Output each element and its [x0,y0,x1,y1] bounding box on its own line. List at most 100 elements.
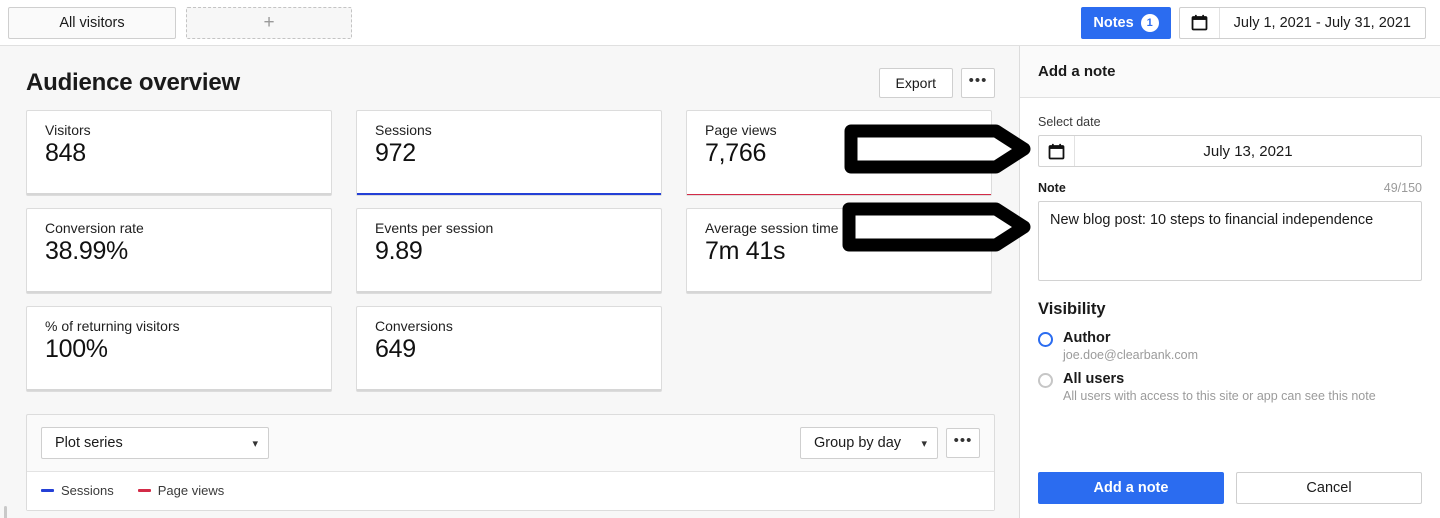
metric-card-average-session-time[interactable]: Average session time 7m 41s [686,208,992,294]
metric-value: 9.89 [375,237,423,265]
metric-card-events-per-session[interactable]: Events per session 9.89 [356,208,662,294]
group-by-select[interactable]: Group by day ▾ [800,427,938,459]
page-title: Audience overview [26,69,241,96]
metric-card-returning-visitors[interactable]: % of returning visitors 100% [26,306,332,392]
calendar-icon [1180,7,1220,38]
legend-color-swatch [137,489,151,492]
export-button[interactable]: Export [878,68,953,98]
metric-card-visitors[interactable]: Visitors 848 [26,110,332,196]
metric-underline [357,389,661,391]
panel-footer: Add a note Cancel [1020,460,1440,518]
body: Audience overview Export ••• Visitors 84… [0,46,1440,518]
chart-legend: Sessions Page views [27,471,994,510]
notes-button-label: Notes [1093,14,1134,31]
visibility-option-label: Author [1063,330,1111,346]
metric-label: Events per session [375,220,494,236]
metric-label: Conversions [375,318,453,334]
main-content: Audience overview Export ••• Visitors 84… [0,46,1020,518]
chevron-down-icon: ▾ [252,437,258,450]
metric-value: 7,766 [705,139,767,167]
app-root: All visitors + Notes 1 July 1, 2021 - Ju… [0,0,1440,518]
plot-series-label: Plot series [55,435,123,451]
main-header-actions: Export ••• [878,68,995,98]
notes-button[interactable]: Notes 1 [1081,6,1171,39]
chart-more-button[interactable]: ••• [946,428,980,458]
radio-icon[interactable] [1038,373,1053,388]
metric-underline [27,389,331,391]
group-by-label: Group by day [814,435,902,451]
segment-tab-all-visitors[interactable]: All visitors [8,6,176,39]
metric-grid: Visitors 848 Sessions 972 Page views 7,7… [0,110,1019,392]
add-note-panel: Add a note Select date July 13, 2021 Not… [1020,46,1440,518]
note-date-value: July 13, 2021 [1203,142,1293,160]
legend-item-page-views[interactable]: Page views [137,483,225,498]
radio-icon[interactable] [1038,332,1053,347]
plus-icon: + [263,12,275,33]
visibility-option-text: All users All users with access to this … [1063,371,1376,403]
visibility-option-author[interactable]: Author joe.doe@clearbank.com [1038,330,1422,362]
segment-tabs: All visitors + [8,6,352,39]
metric-underline [357,291,661,293]
visibility-option-sub: joe.doe@clearbank.com [1063,348,1198,362]
panel-body: Select date July 13, 2021 Note 49/150 Ne… [1020,98,1440,460]
select-date-label: Select date [1038,115,1101,129]
visibility-option-all-users[interactable]: All users All users with access to this … [1038,371,1422,403]
note-textarea[interactable]: New blog post: 10 steps to financial ind… [1038,201,1422,281]
legend-color-swatch [41,489,54,492]
metric-row: % of returning visitors 100% Conversions… [26,306,993,392]
add-note-submit-button[interactable]: Add a note [1038,472,1224,504]
metric-label: Page views [705,122,777,138]
more-icon: ••• [953,431,973,449]
more-icon: ••• [968,71,988,89]
metric-label: Average session time [705,220,839,236]
metric-row: Conversion rate 38.99% Events per sessio… [26,208,993,294]
segment-tab-label: All visitors [59,14,125,31]
metric-card-page-views[interactable]: Page views 7,766 [686,110,992,196]
metric-value: 649 [375,335,416,363]
metric-underline [687,193,991,195]
add-segment-button[interactable]: + [186,6,352,39]
legend-label: Sessions [61,483,114,498]
metric-underline [357,193,661,195]
notes-count-badge: 1 [1140,13,1159,32]
metric-card-conversions[interactable]: Conversions 649 [356,306,662,392]
calendar-icon [1039,136,1075,166]
chevron-down-icon: ▾ [921,437,927,450]
cancel-button[interactable]: Cancel [1236,472,1422,504]
chart-controls: Plot series ▾ Group by day ▾ ••• [27,415,994,471]
legend-item-sessions[interactable]: Sessions [41,483,114,498]
metric-value: 848 [45,139,86,167]
vertical-scrollbar[interactable] [4,506,7,518]
cancel-button-label: Cancel [1306,480,1352,496]
plot-series-select[interactable]: Plot series ▾ [41,427,269,459]
metric-value: 7m 41s [705,237,786,265]
metric-row: Visitors 848 Sessions 972 Page views 7,7… [26,110,993,196]
chart-controls-right: Group by day ▾ ••• [800,427,980,459]
metric-label: Sessions [375,122,432,138]
main-header: Audience overview Export ••• [0,46,1019,110]
metric-underline [687,291,991,293]
panel-header: Add a note [1020,46,1440,98]
metric-value: 100% [45,335,108,363]
metric-label: % of returning visitors [45,318,180,334]
note-date-input[interactable]: July 13, 2021 [1038,135,1422,167]
visibility-option-label: All users [1063,371,1125,387]
panel-title: Add a note [1038,63,1116,80]
metric-value: 972 [375,139,416,167]
metric-label: Conversion rate [45,220,144,236]
note-label: Note [1038,181,1066,195]
visibility-option-text: Author joe.doe@clearbank.com [1063,330,1198,362]
date-range-picker[interactable]: July 1, 2021 - July 31, 2021 [1178,6,1426,39]
note-field-header: Note 49/150 [1038,181,1422,201]
topbar: All visitors + Notes 1 July 1, 2021 - Ju… [0,0,1440,46]
topbar-actions: Notes 1 July 1, 2021 - July 31, 2021 [1081,6,1426,39]
metric-card-sessions[interactable]: Sessions 972 [356,110,662,196]
metric-card-conversion-rate[interactable]: Conversion rate 38.99% [26,208,332,294]
metric-underline [27,193,331,195]
export-button-label: Export [895,75,936,91]
add-note-submit-label: Add a note [1093,480,1169,496]
legend-label: Page views [157,483,225,498]
date-range-label: July 1, 2021 - July 31, 2021 [1233,14,1411,31]
visibility-option-sub: All users with access to this site or ap… [1063,389,1376,403]
main-more-button[interactable]: ••• [961,68,995,98]
